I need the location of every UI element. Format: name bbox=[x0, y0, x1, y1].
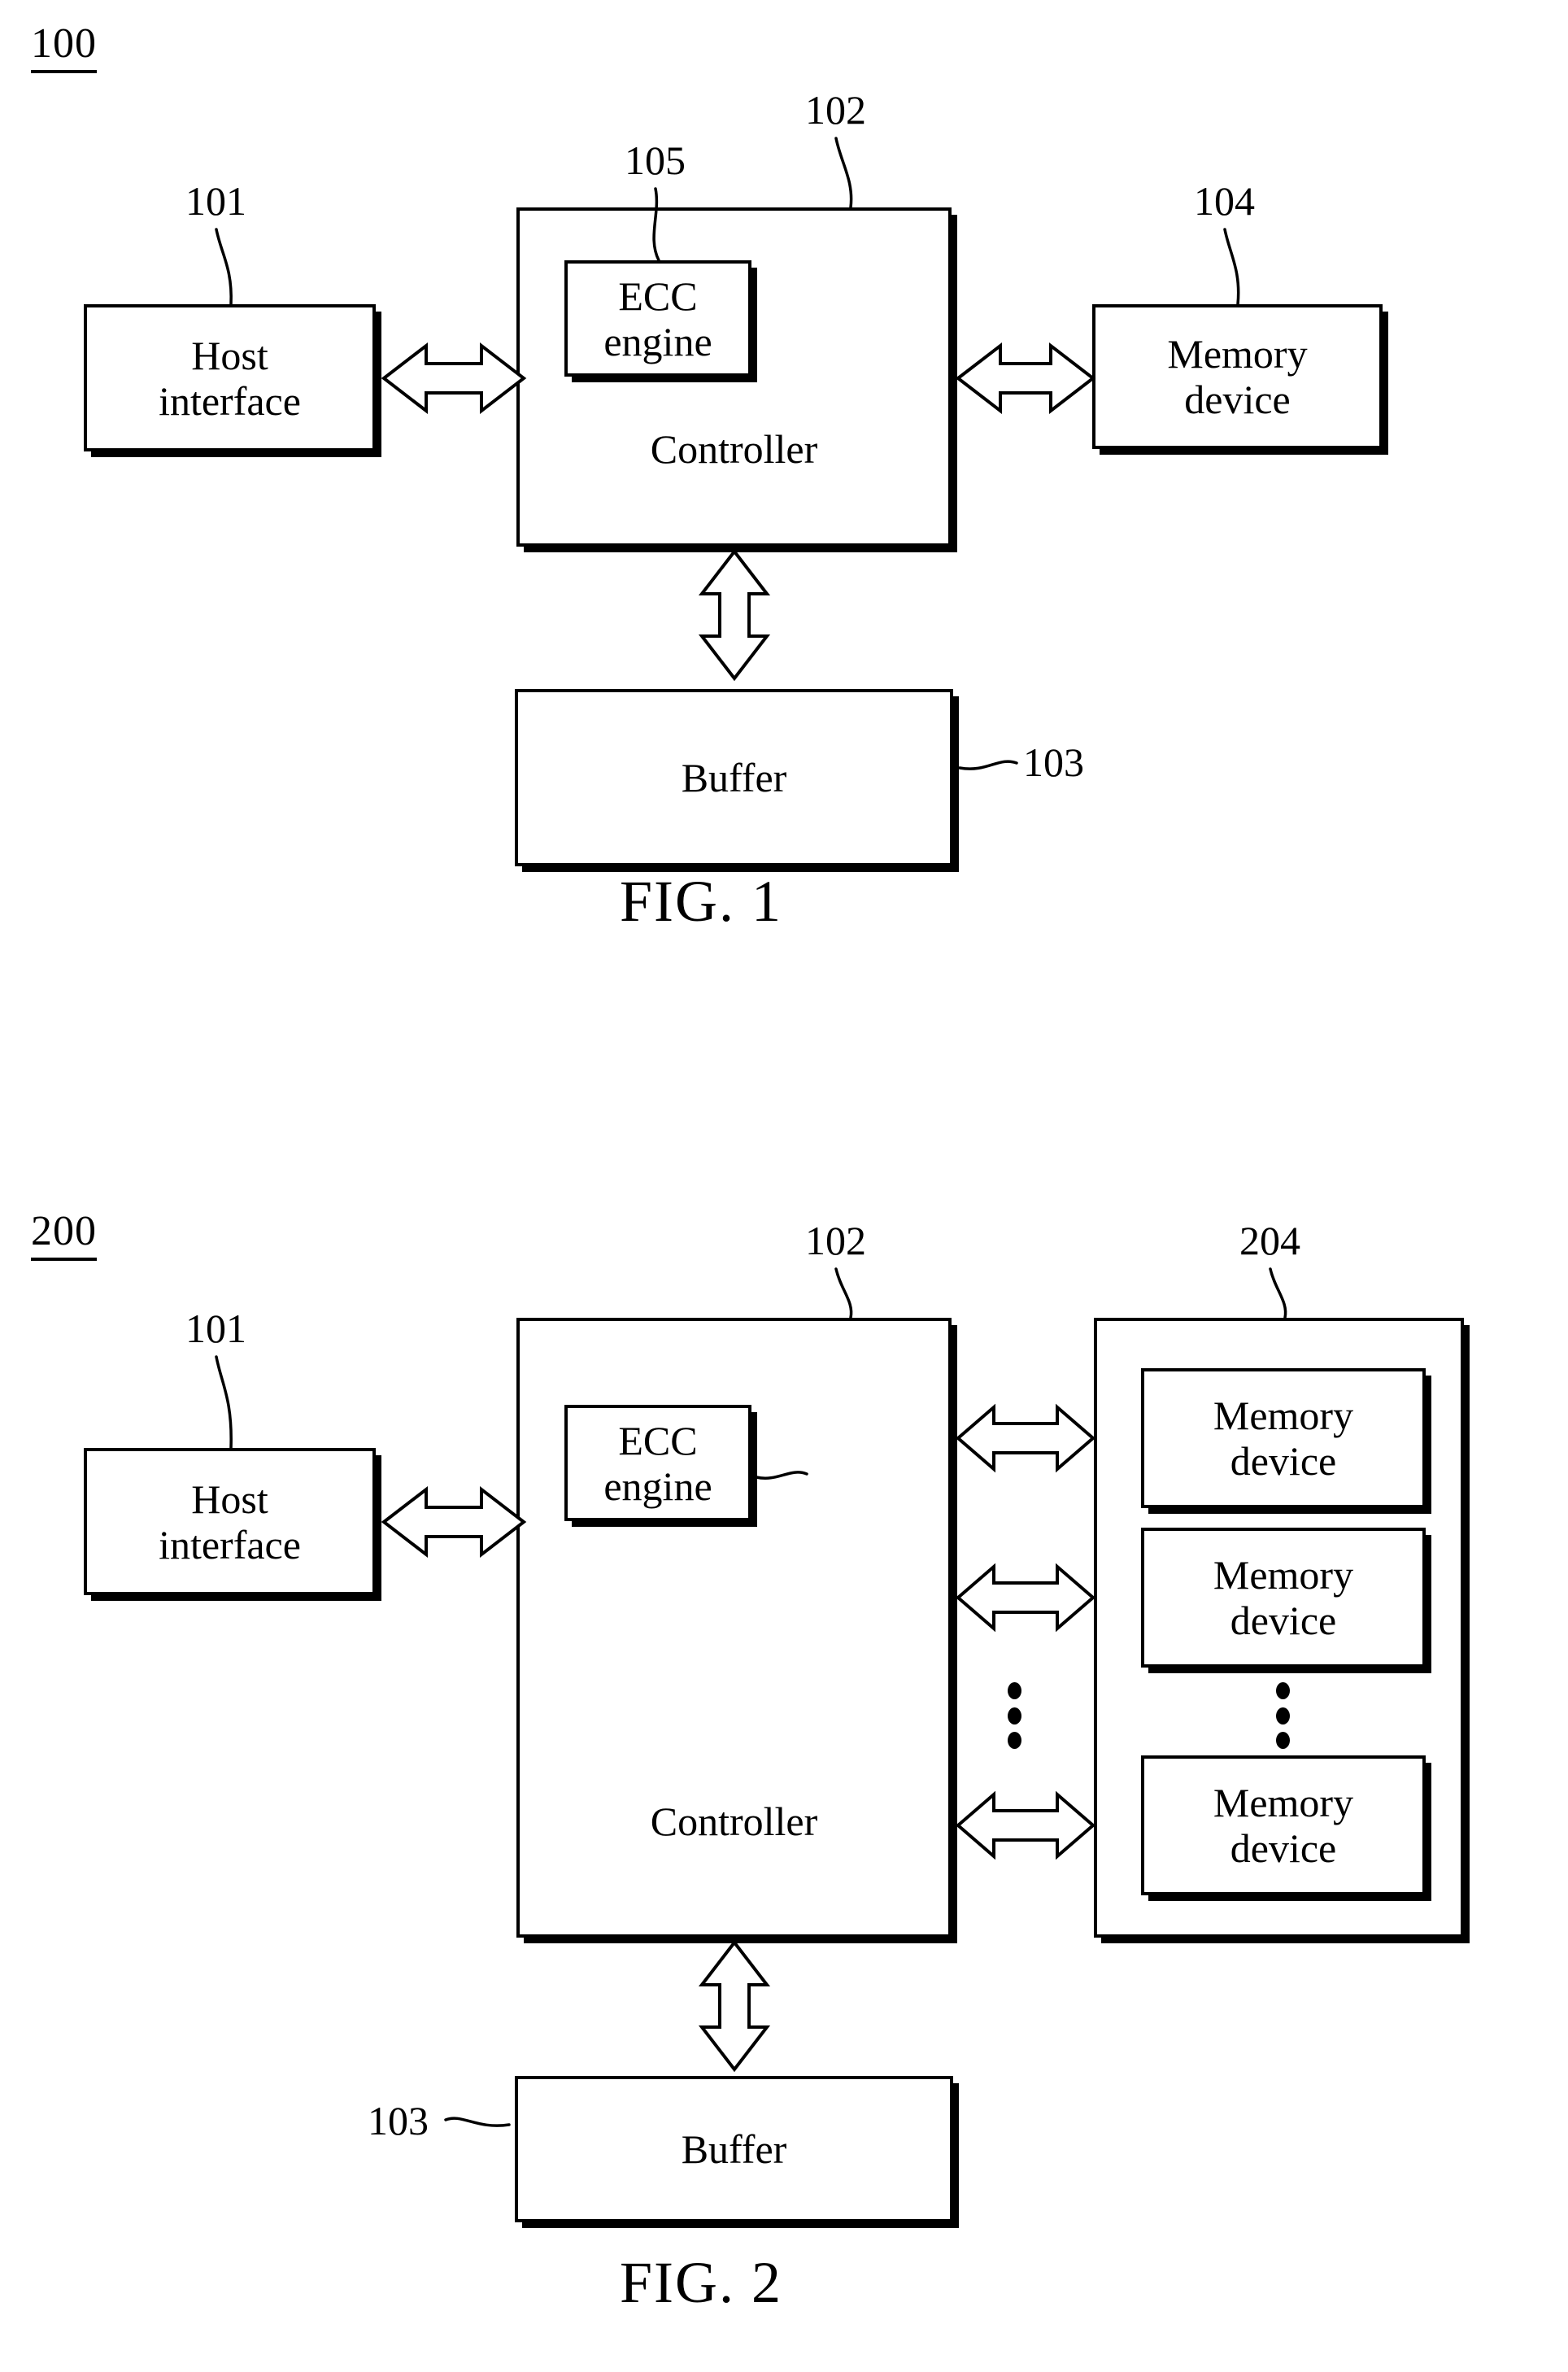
fig1-arrow-controller-buffer bbox=[698, 548, 771, 682]
fig2-buffer-block: Buffer bbox=[515, 2076, 953, 2222]
fig2-ref-numeral-101: 101 bbox=[185, 1306, 246, 1351]
fig2-memory-device-1-block: Memory device bbox=[1141, 1368, 1426, 1508]
fig2-memory-device-2-label: Memory device bbox=[1213, 1552, 1354, 1643]
fig2-ref-numeral-204: 204 bbox=[1239, 1218, 1300, 1263]
fig2-system-numeral: 200 bbox=[31, 1210, 97, 1261]
fig1-ref-numeral-101: 101 bbox=[185, 178, 246, 224]
fig1-memory-device-label: Memory device bbox=[1167, 331, 1308, 422]
fig2-bus-vertical-ellipsis-icon bbox=[1007, 1682, 1021, 1749]
fig2-memory-device-1-label: Memory device bbox=[1213, 1393, 1354, 1484]
fig1-leader-102 bbox=[834, 137, 853, 209]
fig2-system-numeral-text: 200 bbox=[31, 1210, 97, 1261]
fig1-system-numeral-text: 100 bbox=[31, 23, 97, 73]
fig2-arrow-host-controller bbox=[381, 1485, 527, 1559]
fig2-ref-numeral-102: 102 bbox=[805, 1218, 866, 1263]
fig2-arrow-controller-memory-n bbox=[955, 1790, 1096, 1860]
fig1-buffer-label: Buffer bbox=[681, 755, 787, 800]
fig2-arrow-controller-buffer bbox=[698, 1939, 771, 2073]
fig2-memory-device-2-block: Memory device bbox=[1141, 1528, 1426, 1668]
fig2-leader-103 bbox=[444, 2117, 511, 2127]
fig2-memory-device-n-label: Memory device bbox=[1213, 1780, 1354, 1871]
fig1-controller-block: Controller bbox=[516, 207, 952, 547]
fig1-buffer-block: Buffer bbox=[515, 689, 953, 866]
fig1-host-interface-block: Host interface bbox=[84, 304, 376, 451]
fig1-arrow-host-controller bbox=[381, 342, 527, 415]
fig2-caption: FIG. 2 bbox=[620, 2250, 783, 2315]
fig1-ref-numeral-102: 102 bbox=[805, 87, 866, 133]
fig2-leader-204 bbox=[1269, 1267, 1287, 1319]
fig2-host-interface-label: Host interface bbox=[159, 1476, 301, 1568]
fig2-arrow-controller-memory-2 bbox=[955, 1563, 1096, 1633]
fig1-leader-104 bbox=[1223, 228, 1240, 306]
fig1-controller-label: Controller bbox=[650, 426, 818, 472]
fig2-ref-numeral-103: 103 bbox=[368, 2098, 429, 2143]
fig2-host-interface-block: Host interface bbox=[84, 1448, 376, 1595]
fig2-buffer-label: Buffer bbox=[681, 2126, 787, 2172]
fig2-ecc-engine-label: ECC engine bbox=[603, 1417, 712, 1509]
fig1-ref-numeral-103: 103 bbox=[1023, 739, 1084, 785]
fig2-leader-102 bbox=[834, 1267, 853, 1319]
fig1-ref-numeral-105: 105 bbox=[625, 137, 686, 183]
fig1-host-interface-label: Host interface bbox=[159, 332, 301, 424]
fig2-ecc-engine-block: ECC engine bbox=[564, 1405, 751, 1521]
fig2-arrow-controller-memory-1 bbox=[955, 1403, 1096, 1473]
fig2-memory-group-vertical-ellipsis-icon bbox=[1275, 1682, 1290, 1749]
fig1-ref-numeral-104: 104 bbox=[1194, 178, 1255, 224]
fig1-ecc-engine-label: ECC engine bbox=[603, 273, 712, 364]
fig1-caption: FIG. 1 bbox=[620, 869, 783, 934]
fig1-memory-device-block: Memory device bbox=[1092, 304, 1383, 449]
patent-drawing-sheet: 100 101 105 102 104 103 Host interface C… bbox=[0, 0, 1568, 2372]
fig1-leader-101 bbox=[215, 228, 233, 306]
fig1-leader-103 bbox=[958, 760, 1018, 770]
fig1-system-numeral: 100 bbox=[31, 23, 97, 73]
fig1-arrow-controller-memory bbox=[955, 342, 1096, 415]
fig2-controller-label: Controller bbox=[650, 1799, 818, 1844]
fig1-ecc-engine-block: ECC engine bbox=[564, 260, 751, 377]
fig2-leader-101 bbox=[215, 1355, 233, 1450]
fig2-memory-device-n-block: Memory device bbox=[1141, 1755, 1426, 1895]
